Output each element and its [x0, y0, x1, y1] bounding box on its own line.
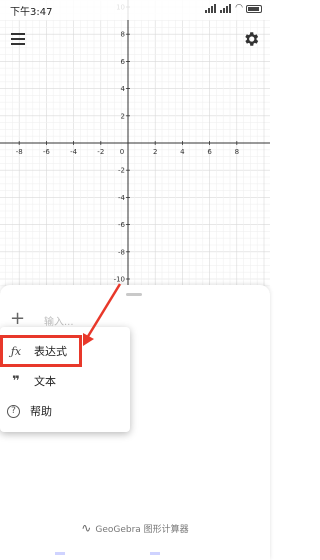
- battery-icon: [246, 4, 262, 13]
- settings-gear-icon[interactable]: [242, 30, 260, 48]
- help-icon: ?: [7, 404, 20, 418]
- x-tick-label: 6: [207, 148, 212, 156]
- signal-icon: [205, 4, 217, 13]
- input-placeholder[interactable]: 输入...: [44, 313, 74, 328]
- add-icon[interactable]: +: [10, 309, 25, 329]
- y-tick-label: 8: [121, 31, 125, 39]
- menu-button[interactable]: [11, 33, 25, 45]
- signal-icon-2: [220, 4, 232, 13]
- y-tick-label: -4: [118, 194, 126, 202]
- footer: ∿ GeoGebra 图形计算器: [0, 518, 270, 538]
- x-tick-label: -2: [97, 148, 104, 156]
- menu-item-label: 表达式: [34, 345, 67, 358]
- y-tick-label: 6: [121, 58, 126, 66]
- menu-item-expression[interactable]: ƒx 表达式: [0, 335, 82, 367]
- graphing-view[interactable]: -8-6-4-202468108642-2-4-6-8-10: [0, 0, 270, 295]
- x-tick-label: 4: [180, 148, 185, 156]
- status-bar: 下午3:47 ◠: [0, 0, 270, 20]
- y-tick-label: -2: [118, 167, 125, 175]
- menu-item-label: 帮助: [30, 405, 52, 418]
- x-tick-label: -6: [43, 148, 51, 156]
- graph-canvas[interactable]: -8-6-4-202468108642-2-4-6-8-10: [0, 0, 270, 295]
- quote-icon: ❞: [12, 373, 20, 389]
- x-tick-label: 8: [235, 148, 239, 156]
- fx-icon: ƒx: [10, 344, 22, 358]
- x-tick-label: -4: [70, 148, 78, 156]
- menu-item-label: 文本: [34, 375, 56, 388]
- status-icons: ◠: [205, 4, 262, 13]
- annotation-arrow: [83, 283, 122, 346]
- x-tick-label: 0: [120, 148, 124, 156]
- y-tick-label: 2: [121, 112, 125, 120]
- y-tick-label: 4: [121, 85, 126, 93]
- menu-item-text[interactable]: ❞ 文本: [0, 365, 130, 397]
- nav-bar: [0, 552, 270, 560]
- geogebra-logo-icon: ∿: [81, 521, 92, 535]
- status-time: 下午3:47: [10, 7, 53, 18]
- x-tick-label: 2: [153, 148, 157, 156]
- footer-brand: GeoGebra 图形计算器: [95, 524, 189, 535]
- wifi-icon: ◠: [235, 3, 243, 13]
- y-tick-label: -6: [118, 221, 126, 229]
- menu-item-help[interactable]: ? 帮助: [0, 395, 130, 427]
- y-tick-label: -8: [118, 248, 125, 256]
- x-tick-label: -8: [16, 148, 23, 156]
